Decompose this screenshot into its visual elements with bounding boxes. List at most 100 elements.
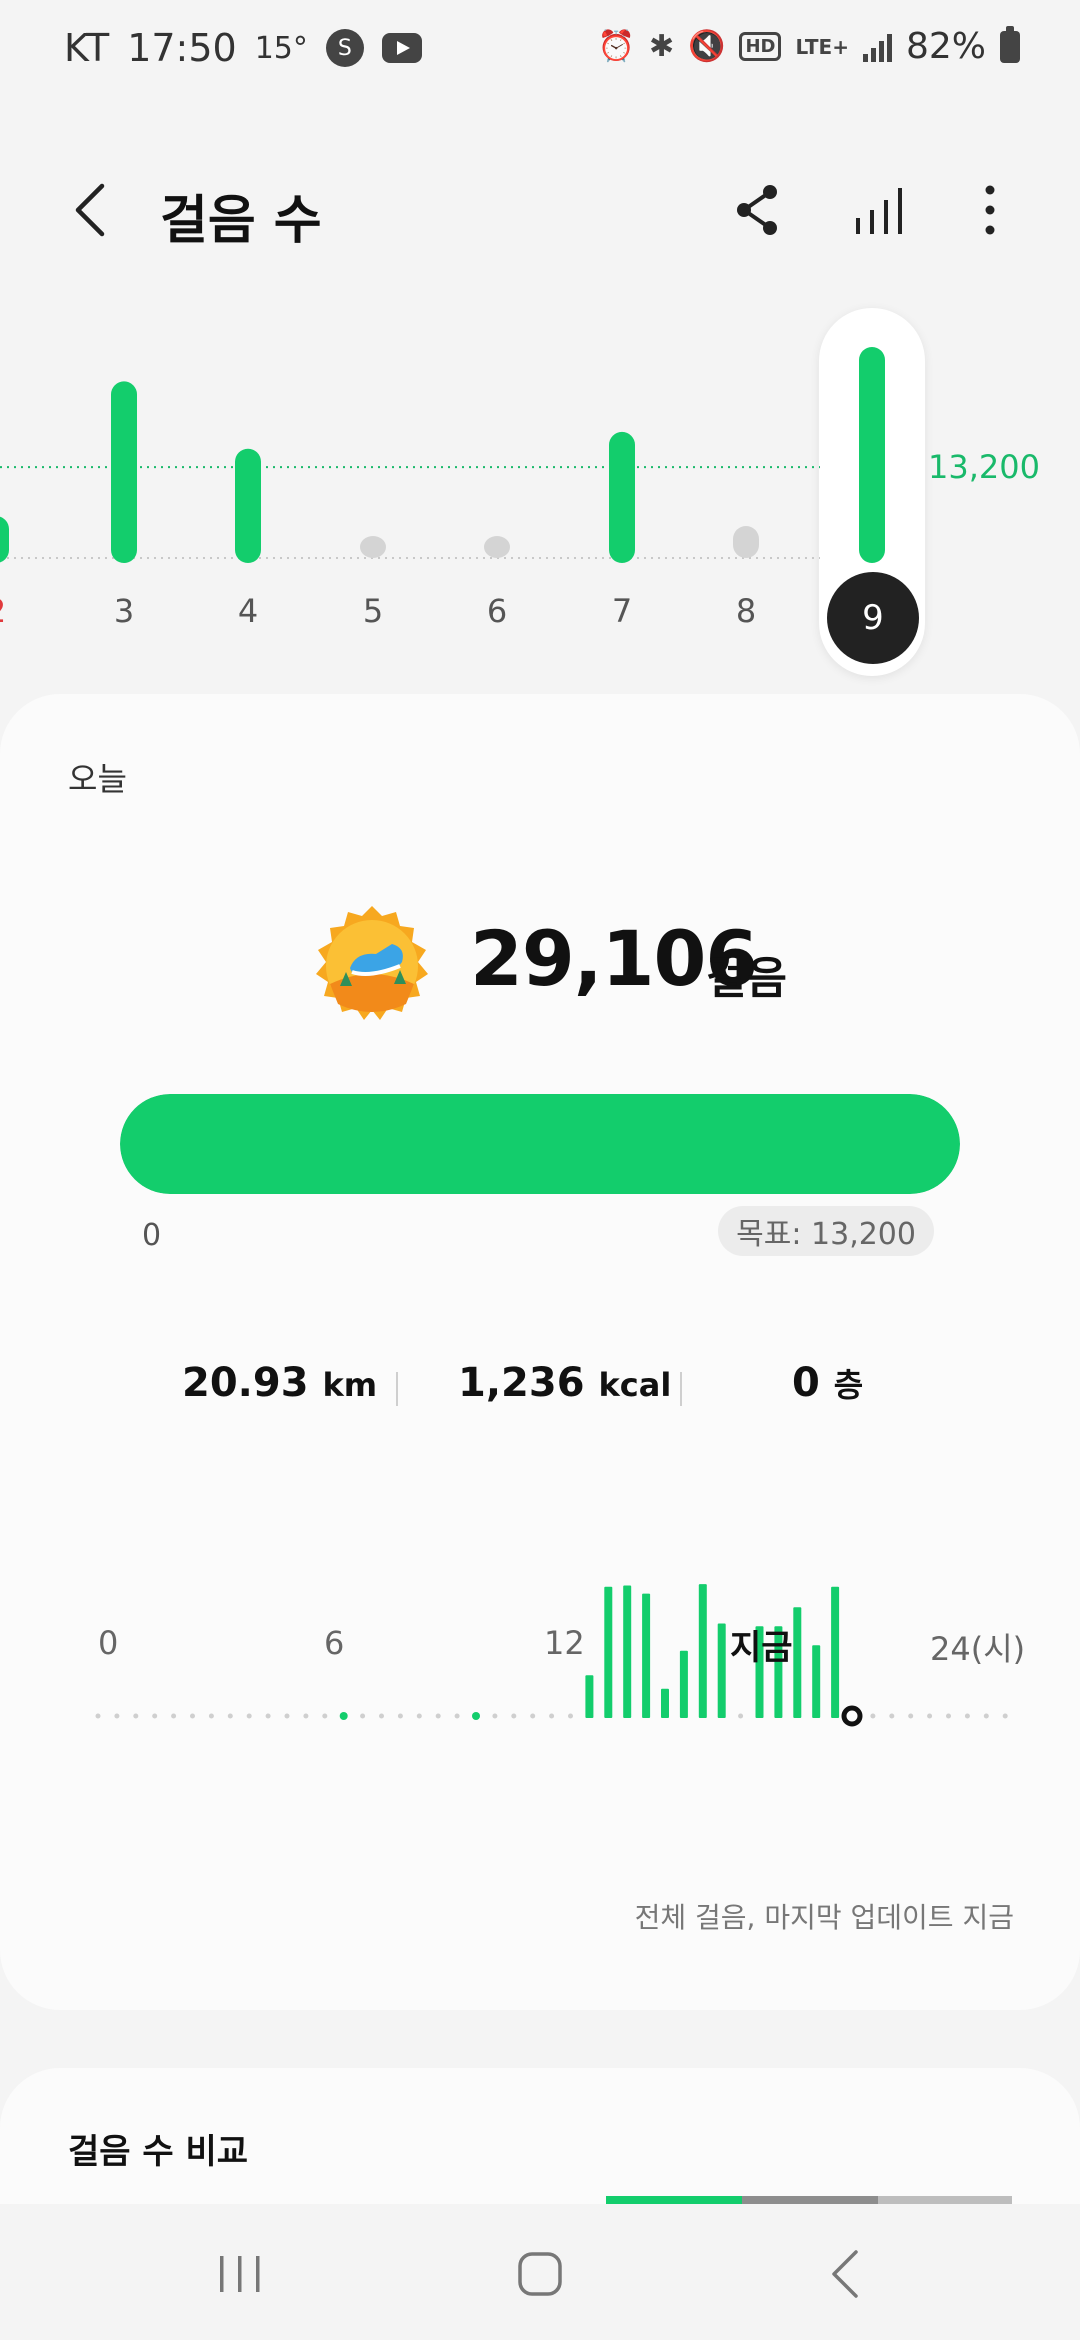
selected-day-badge[interactable]: 9 [827,572,919,664]
page-title: 걸음 수 [160,191,322,251]
hour-bar[interactable] [698,1584,707,1718]
hour-axis-12: 12 [544,1624,585,1662]
hourly-steps-chart[interactable] [0,1554,1080,1854]
hour-dot [927,1713,933,1719]
hour-bar[interactable] [585,1675,594,1718]
floors-stat: 0 층 [792,1360,863,1406]
floors-value: 0 [792,1360,820,1406]
hour-dot [530,1713,536,1719]
distance-value: 20.93 [182,1360,309,1406]
status-bar: KT 17:50 15° S ⏰ ✱ 🔇 HD LTE+ 82% [0,0,1080,100]
bar-chart-icon [856,188,902,234]
hd-voice-icon: HD [739,32,782,61]
compare-segment-3 [878,2196,1012,2204]
signal-icon [862,32,892,62]
recent-apps-button[interactable] [200,2234,280,2314]
compare-segment-1 [606,2196,742,2204]
carrier-label: KT [64,26,110,70]
hour-dot [227,1713,233,1719]
hour-dot [908,1713,914,1719]
more-options-button[interactable] [960,180,1020,240]
back-button[interactable] [62,180,122,240]
now-marker [841,1705,863,1727]
hour-bar[interactable] [831,1586,840,1718]
hour-bar[interactable] [679,1650,688,1718]
week-bar-8[interactable] [733,526,759,558]
hour-bar[interactable] [812,1645,821,1718]
distance-unit: km [322,1366,378,1404]
home-button[interactable] [500,2234,580,2314]
week-day-label[interactable]: 2 [0,592,26,630]
hour-dot [983,1713,989,1719]
compare-segment-2 [742,2196,878,2204]
week-bar-6[interactable] [484,536,510,558]
bluetooth-icon: ✱ [648,29,675,64]
hour-bar[interactable] [604,1586,613,1718]
hour-axis-6: 6 [324,1624,345,1662]
stats-divider [396,1372,398,1406]
week-day-label[interactable]: 8 [716,592,776,630]
week-day-label[interactable]: 4 [218,592,278,630]
stats-divider [680,1372,682,1406]
hour-bar[interactable] [661,1688,669,1718]
hour-dot [492,1713,498,1719]
progress-min-label: 0 [142,1218,162,1253]
clock: 17:50 [127,26,237,70]
floors-unit: 층 [833,1366,864,1404]
trends-button[interactable] [850,180,910,240]
hour-bar[interactable] [793,1607,802,1718]
nav-back-button[interactable] [806,2234,886,2314]
week-day-label[interactable]: 7 [592,592,652,630]
calories-value: 1,236 [458,1360,585,1406]
hour-dot [379,1713,384,1719]
hour-dot [95,1713,101,1719]
hour-dot [870,1713,876,1719]
hour-bar[interactable] [642,1593,651,1718]
last-update-note: 전체 걸음, 마지막 업데이트 지금 [634,1901,1014,1934]
goal-chip[interactable]: 목표: 13,200 [718,1206,934,1256]
hourly-bars [95,1584,1008,1727]
weekly-bars [0,347,885,563]
hour-bar[interactable] [717,1623,726,1718]
week-bar-5[interactable] [360,536,386,558]
hour-dot [454,1713,460,1719]
steps-unit: 걸음 [706,953,787,1004]
hour-dot [303,1713,309,1719]
more-vert-icon [985,185,995,235]
stats-row: 20.93 km 1,236 kcal 0 층 [0,1360,1080,1420]
hour-axis-0: 0 [98,1624,119,1662]
battery-percent: 82% [905,26,986,67]
hour-dot [360,1713,366,1719]
week-day-label[interactable]: 6 [467,592,527,630]
hour-dot [738,1713,744,1719]
network-type: LTE+ [795,34,849,59]
today-label: 오늘 [68,760,127,798]
hour-dot [889,1713,895,1719]
hour-dot [114,1713,120,1719]
back-arrow-icon [832,2250,858,2298]
app-bar: 걸음 수 [0,150,1080,270]
hour-dot [416,1713,422,1719]
hour-axis-24: 24(시) [930,1630,1026,1668]
hour-dot [152,1713,158,1719]
hour-dot [171,1713,177,1719]
hour-dot [511,1713,517,1719]
hour-bar[interactable] [623,1585,632,1718]
hour-dot [549,1713,555,1719]
hour-dot [190,1713,195,1719]
recent-apps-icon [220,2256,260,2292]
alarm-icon: ⏰ [597,29,635,64]
today-card: 오늘 29,106 걸음 0 목표: 13,200 20.93 km 1,236… [0,694,1080,2010]
mute-icon: 🔇 [688,29,726,64]
status-left: KT 17:50 15° S [64,26,422,70]
share-button[interactable] [728,180,788,240]
weekly-steps-chart[interactable]: 13,200 2 3 4 5 6 7 8 9 [0,300,1080,690]
week-day-label[interactable]: 5 [343,592,403,630]
hour-dot [472,1712,480,1720]
hour-dot [397,1713,403,1719]
status-right: ⏰ ✱ 🔇 HD LTE+ 82% [597,25,1020,67]
hour-dot [322,1713,328,1719]
week-day-label[interactable]: 3 [94,592,154,630]
chevron-left-icon [75,183,105,237]
hour-dot [133,1713,139,1719]
